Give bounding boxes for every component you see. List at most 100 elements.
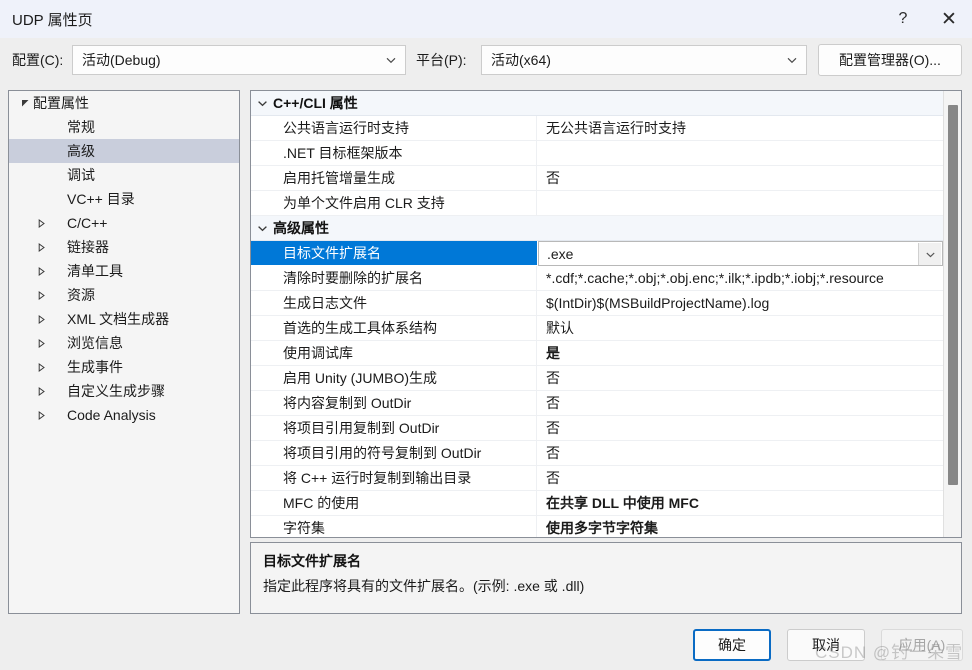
window-title: UDP 属性页 [12,9,93,30]
property-name: 首选的生成工具体系结构 [251,316,537,340]
property-name: 将内容复制到 OutDir [251,391,537,415]
chevron-down-icon [385,54,397,66]
configuration-manager-button[interactable]: 配置管理器(O)... [818,44,962,76]
tree-item-1[interactable]: 常规 [9,115,239,139]
property-value-text: 在共享 DLL 中使用 MFC [546,493,699,513]
property-row[interactable]: 首选的生成工具体系结构默认 [251,316,943,341]
property-name: 将项目引用的符号复制到 OutDir [251,441,537,465]
help-icon[interactable]: ? [880,0,926,38]
property-value-text: 否 [546,168,560,188]
property-name: 启用 Unity (JUMBO)生成 [251,366,537,390]
property-name: .NET 目标框架版本 [251,141,537,165]
property-value: 否 [538,166,943,190]
triangle-right-icon[interactable] [33,267,49,276]
triangle-down-icon[interactable] [17,99,33,108]
description-panel: 目标文件扩展名 指定此程序将具有的文件扩展名。(示例: .exe 或 .dll) [250,542,962,614]
property-value [538,191,943,215]
tree-item-4[interactable]: VC++ 目录 [9,187,239,211]
property-grid-scrollbar[interactable] [943,91,961,537]
property-page-tree[interactable]: 配置属性常规高级调试VC++ 目录 C/C++ 链接器清单工具资源XML 文档生成器… [8,90,240,614]
property-row-selected[interactable]: 目标文件扩展名.exe [251,241,943,266]
property-value-text: 否 [546,393,560,413]
property-row[interactable]: 公共语言运行时支持无公共语言运行时支持 [251,116,943,141]
property-grid-scrollbar-thumb[interactable] [948,105,958,485]
property-row[interactable]: 将 C++ 运行时复制到输出目录否 [251,466,943,491]
property-row[interactable]: 启用托管增量生成否 [251,166,943,191]
tree-item-label: XML 文档生成器 [49,309,169,329]
tree-item-label: Code Analysis [49,407,156,423]
property-row[interactable]: MFC 的使用在共享 DLL 中使用 MFC [251,491,943,516]
tree-item-label: 链接器 [49,237,109,257]
property-value: 否 [538,416,943,440]
value-dropdown-icon[interactable] [918,243,941,266]
tree-item-3[interactable]: 调试 [9,163,239,187]
tree-item-11[interactable]: 生成事件 [9,355,239,379]
tree-item-12[interactable]: 自定义生成步骤 [9,379,239,403]
property-row[interactable]: 将内容复制到 OutDir 否 [251,391,943,416]
tree-item-label: 生成事件 [49,357,123,377]
tree-item-2[interactable]: 高级 [9,139,239,163]
ok-button[interactable]: 确定 [693,629,771,661]
property-value-text: 否 [546,468,560,488]
property-value-text: *.cdf;*.cache;*.obj;*.obj.enc;*.ilk;*.ip… [546,270,884,286]
property-value: 在共享 DLL 中使用 MFC [538,491,943,515]
triangle-right-icon[interactable] [33,219,49,228]
configuration-label: 配置(C): [12,50,63,70]
triangle-right-icon[interactable] [33,387,49,396]
description-title: 目标文件扩展名 [263,551,949,571]
tree-item-13[interactable]: Code Analysis [9,403,239,427]
property-row[interactable]: 启用 Unity (JUMBO)生成否 [251,366,943,391]
chevron-down-icon[interactable] [251,98,273,109]
property-row[interactable]: 字符集使用多字节字符集 [251,516,943,537]
tree-item-8[interactable]: 资源 [9,283,239,307]
title-bar: UDP 属性页 ? ✕ [0,0,972,38]
tree-item-label: C/C++ [49,215,107,231]
property-name: 启用托管增量生成 [251,166,537,190]
tree-item-6[interactable]: 链接器 [9,235,239,259]
property-value-editor[interactable]: .exe [538,241,943,266]
chevron-down-icon[interactable] [251,223,273,234]
apply-button: 应用(A) [881,629,963,661]
triangle-right-icon[interactable] [33,315,49,324]
tree-item-label: 常规 [49,117,95,137]
tree-item-7[interactable]: 清单工具 [9,259,239,283]
property-name: 公共语言运行时支持 [251,116,537,140]
property-row[interactable]: 使用调试库是 [251,341,943,366]
description-text: 指定此程序将具有的文件扩展名。(示例: .exe 或 .dll) [263,576,949,596]
cancel-button[interactable]: 取消 [787,629,865,661]
property-row[interactable]: 将项目引用复制到 OutDir否 [251,416,943,441]
configuration-combobox[interactable]: 活动(Debug) [72,45,406,75]
triangle-right-icon[interactable] [33,291,49,300]
property-name: MFC 的使用 [251,491,537,515]
triangle-right-icon[interactable] [33,243,49,252]
property-value-text: .exe [547,246,573,262]
tree-item-10[interactable]: 浏览信息 [9,331,239,355]
property-row[interactable]: .NET 目标框架版本 [251,141,943,166]
triangle-right-icon[interactable] [33,411,49,420]
property-value: 否 [538,441,943,465]
property-grid[interactable]: C++/CLI 属性公共语言运行时支持无公共语言运行时支持.NET 目标框架版本… [250,90,962,538]
tree-item-9[interactable]: XML 文档生成器 [9,307,239,331]
property-row[interactable]: 将项目引用的符号复制到 OutDir否 [251,441,943,466]
triangle-right-icon[interactable] [33,339,49,348]
property-value: 默认 [538,316,943,340]
property-name: 生成日志文件 [251,291,537,315]
property-row[interactable]: 清除时要删除的扩展名*.cdf;*.cache;*.obj;*.obj.enc;… [251,266,943,291]
triangle-right-icon[interactable] [33,363,49,372]
tree-item-0[interactable]: 配置属性 [9,91,239,115]
tree-item-5[interactable]: C/C++ [9,211,239,235]
tree-item-label: 清单工具 [49,261,123,281]
tree-item-label: 浏览信息 [49,333,123,353]
close-icon[interactable]: ✕ [926,0,972,38]
property-value-text: 是 [546,343,560,363]
tree-item-label: 配置属性 [33,93,89,113]
property-group-header[interactable]: C++/CLI 属性 [251,91,943,116]
property-row[interactable]: 生成日志文件$(IntDir)$(MSBuildProjectName).log [251,291,943,316]
property-row[interactable]: 为单个文件启用 CLR 支持 [251,191,943,216]
property-group-label: 高级属性 [273,218,329,238]
tree-item-label: 自定义生成步骤 [49,381,165,401]
platform-combobox[interactable]: 活动(x64) [481,45,807,75]
property-value-text: 否 [546,418,560,438]
property-value: 使用多字节字符集 [538,516,943,537]
property-group-header[interactable]: 高级属性 [251,216,943,241]
